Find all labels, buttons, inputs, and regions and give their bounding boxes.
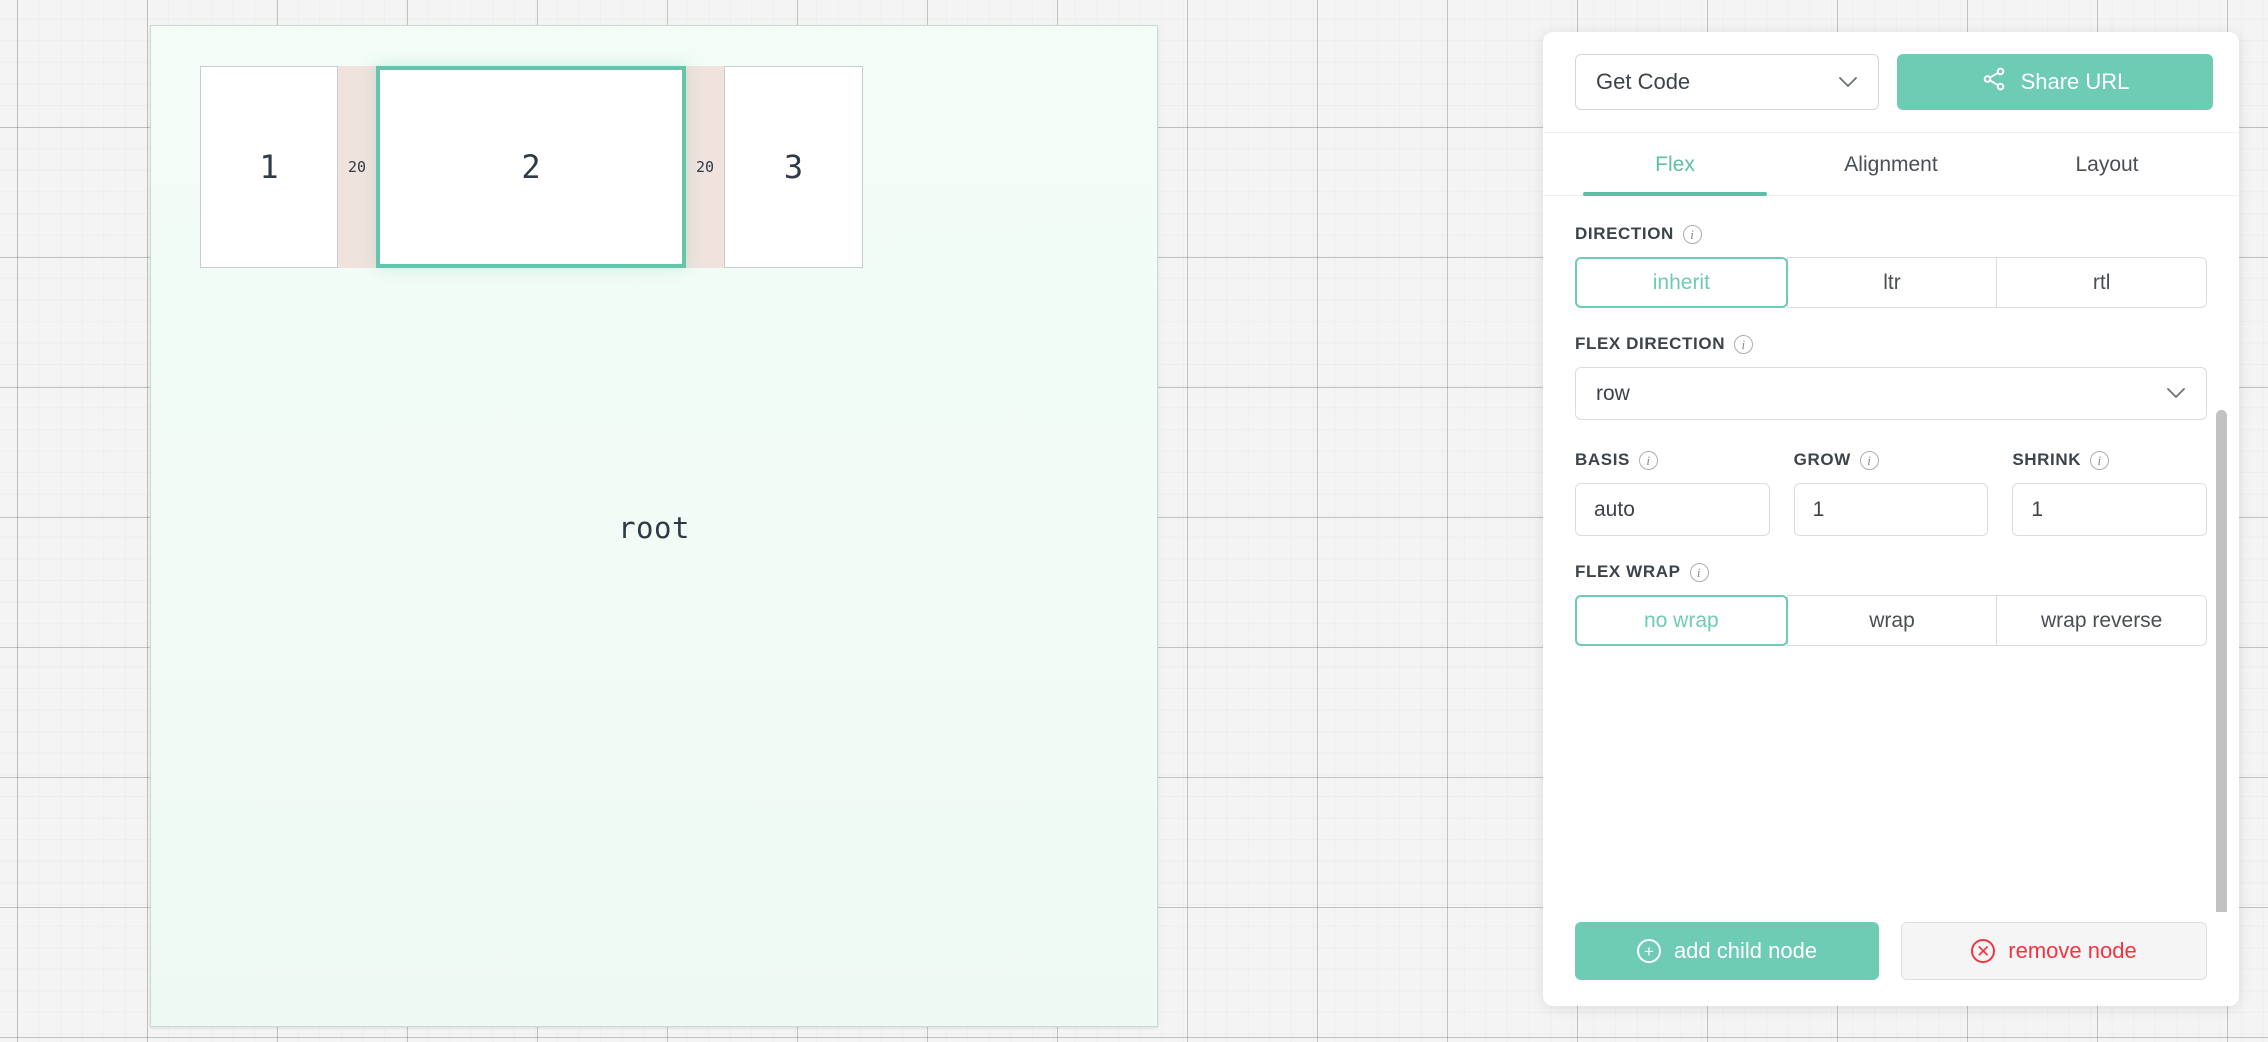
basis-label-text: BASIS [1575,450,1630,469]
flex-node-1-label: 1 [259,148,279,186]
add-child-node-label: add child node [1673,938,1818,963]
tab-flex-label: Flex [1655,153,1695,176]
direction-option-rtl[interactable]: rtl [1996,257,2208,308]
tab-layout-label: Layout [2075,153,2139,176]
flex-wrap-option-wrap-reverse-label: wrap reverse [2040,608,2163,632]
x-circle-icon: ✕ [1971,939,1996,963]
remove-node-button[interactable]: ✕ remove node [1901,922,2207,980]
direction-option-ltr[interactable]: ltr [1786,257,1998,308]
flex-node-1[interactable]: 1 [200,66,338,268]
tab-flex[interactable]: Flex [1567,133,1783,196]
tab-alignment[interactable]: Alignment [1783,133,1999,195]
share-url-button[interactable]: Share URL [1897,54,2213,110]
flex-node-3-label: 3 [783,148,804,186]
flex-direction-value: row [1596,381,1630,405]
panel-scrollbar[interactable] [2216,410,2227,912]
flex-root-container[interactable]: 1 20 2 20 3 root [150,25,1158,1027]
flex-wrap-label-text: FLEX WRAP [1575,562,1681,581]
panel-toolbar: Get Code Share URL [1543,32,2239,133]
shrink-input[interactable] [2012,483,2208,536]
flex-wrap-segmented-control: no wrap wrap wrap reverse [1575,595,2208,646]
share-url-label: Share URL [2020,69,2130,94]
margin-indicator-left-value: 20 [347,158,367,176]
shrink-field: SHRINK i [2012,450,2208,536]
info-circle-icon[interactable]: i [1734,334,1754,354]
grow-input[interactable] [1793,483,1989,536]
get-code-dropdown[interactable]: Get Code [1575,54,1879,110]
flex-wrap-field-label: FLEX WRAP i [1575,562,2207,582]
direction-label-text: DIRECTION [1575,224,1674,243]
chevron-down-icon [2166,383,2186,404]
basis-grow-shrink-row: BASIS i GROW i SHRINK i [1575,450,2208,536]
share-nodes-icon [1981,66,2007,98]
basis-input[interactable] [1575,483,1770,536]
shrink-field-label: SHRINK i [2012,450,2207,470]
basis-field-label: BASIS i [1575,450,1770,470]
info-circle-icon[interactable]: i [1682,224,1702,244]
direction-field-label: DIRECTION i [1575,224,2207,244]
panel-body: DIRECTION i inherit ltr rtl FLEX DIRECTI… [1543,196,2239,912]
properties-panel: Get Code Share URL Flex Alignment Layout… [1543,32,2239,1006]
grow-field-label: GROW i [1794,450,1989,470]
flex-wrap-option-wrap[interactable]: wrap [1786,595,1998,646]
flex-node-2[interactable]: 2 [376,66,686,268]
app-root: 1 20 2 20 3 root Get Code Share URL Flex… [0,0,2268,1042]
direction-option-ltr-label: ltr [1883,270,1901,294]
flex-node-3[interactable]: 3 [724,66,863,268]
margin-indicator-right-value: 20 [695,158,715,176]
grow-field: GROW i [1793,450,1989,536]
flex-children-row: 1 20 2 20 3 [200,66,863,268]
direction-segmented-control: inherit ltr rtl [1575,257,2208,308]
panel-scrollbar-thumb[interactable] [2216,410,2227,912]
info-circle-icon[interactable]: i [2090,450,2110,470]
basis-field: BASIS i [1575,450,1770,536]
info-circle-icon[interactable]: i [1638,450,1658,470]
flex-wrap-option-no-wrap[interactable]: no wrap [1575,595,1788,646]
direction-option-inherit-label: inherit [1652,270,1710,294]
margin-indicator-left: 20 [338,66,376,268]
shrink-label-text: SHRINK [2012,450,2082,469]
root-node-label: root [618,511,690,545]
flex-wrap-option-wrap-label: wrap [1869,608,1915,632]
panel-footer: + add child node ✕ remove node [1543,912,2239,1006]
tab-layout[interactable]: Layout [1999,133,2215,195]
flex-direction-field-label: FLEX DIRECTION i [1575,334,2207,354]
flex-direction-label-text: FLEX DIRECTION [1575,334,1726,353]
chevron-down-icon [1838,72,1858,93]
add-child-node-button[interactable]: + add child node [1575,922,1879,980]
direction-option-inherit[interactable]: inherit [1575,257,1788,308]
margin-indicator-right: 20 [686,66,724,268]
get-code-label: Get Code [1596,69,1691,94]
flex-direction-select[interactable]: row [1575,367,2207,420]
info-circle-icon[interactable]: i [1689,562,1709,582]
panel-tabs: Flex Alignment Layout [1543,133,2239,196]
tab-alignment-label: Alignment [1844,153,1938,176]
remove-node-label: remove node [2008,938,2137,963]
info-circle-icon[interactable]: i [1859,450,1879,470]
plus-circle-icon: + [1636,939,1661,963]
flex-node-2-label: 2 [521,148,541,186]
direction-option-rtl-label: rtl [2092,270,2111,294]
flex-wrap-option-no-wrap-label: no wrap [1643,608,1719,632]
grow-label-text: GROW [1793,450,1851,469]
flex-wrap-option-wrap-reverse[interactable]: wrap reverse [1996,595,2208,646]
